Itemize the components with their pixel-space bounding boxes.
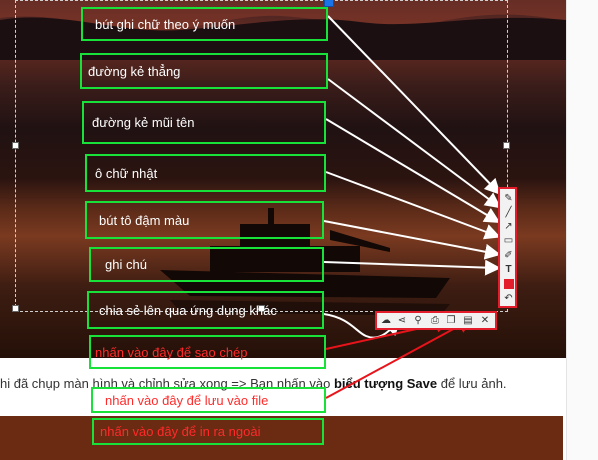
copy-button[interactable]: ❐: [444, 314, 458, 327]
line-icon: ╱: [505, 207, 512, 218]
annotation-print-label: nhấn vào đây để in ra ngoài: [100, 424, 261, 439]
search-icon: ⚲: [414, 315, 422, 326]
close-icon: ✕: [480, 315, 490, 326]
rectangle-icon: ▭: [503, 235, 514, 246]
color-picker-icon: [503, 278, 514, 289]
highlighter-tool-button[interactable]: ✐: [501, 249, 516, 262]
line-tool-button[interactable]: ╱: [501, 206, 516, 219]
upload-button[interactable]: ☁: [379, 314, 393, 327]
color-picker-button[interactable]: [501, 277, 516, 290]
annotation-arrow-label: đường kẻ mũi tên: [92, 115, 195, 130]
undo-button[interactable]: ↶: [501, 292, 516, 305]
action-toolbar: ☁ ⋖ ⚲ ⎙ ❐ ▤ ✕: [375, 311, 497, 330]
resize-handle-right[interactable]: [503, 142, 510, 149]
annotation-pen: bút ghi chữ theo ý muốn: [81, 7, 328, 41]
pencil-tool-button[interactable]: ✎: [501, 192, 516, 205]
article-bold-text: biểu tượng Save: [333, 376, 438, 391]
text-icon: T: [505, 264, 512, 275]
rectangle-tool-button[interactable]: ▭: [501, 234, 516, 247]
page-handle-top[interactable]: [324, 0, 334, 7]
article-text-after: để lưu ảnh.: [437, 376, 507, 391]
text-tool-button[interactable]: T: [501, 263, 516, 276]
annotation-save-label: nhấn vào đây để lưu vào file: [105, 392, 269, 408]
share-button[interactable]: ⋖: [395, 314, 409, 327]
highlighter-icon: ✐: [504, 250, 513, 261]
annotation-rect-label: ô chữ nhật: [95, 165, 158, 181]
annotation-arrow: đường kẻ mũi tên: [82, 101, 326, 144]
search-button[interactable]: ⚲: [411, 314, 425, 327]
annotation-save: nhấn vào đây để lưu vào file: [91, 387, 326, 413]
annotation-highlighter-label: bút tô đậm màu: [99, 212, 190, 228]
annotation-note-label: ghi chú: [105, 257, 147, 272]
print-icon: ⎙: [431, 315, 439, 326]
annotation-print: nhấn vào đây để in ra ngoài: [92, 418, 324, 445]
copy-icon: ❐: [446, 315, 456, 326]
resize-handle-left[interactable]: [12, 142, 19, 149]
undo-icon: ↶: [504, 293, 513, 304]
annotation-line: đường kẻ thẳng: [80, 53, 328, 89]
annotation-copy-label: nhấn vào đây để sao chép: [95, 344, 248, 360]
resize-handle-bottom-left[interactable]: [12, 305, 19, 312]
annotation-line-label: đường kẻ thẳng: [88, 63, 181, 79]
annotation-highlighter: bút tô đậm màu: [85, 201, 324, 239]
print-button[interactable]: ⎙: [428, 314, 442, 327]
annotation-share: chia sẻ lên qua ứng dụng khác: [87, 291, 324, 329]
annotation-note: ghi chú: [89, 247, 324, 282]
annotation-pen-label: bút ghi chữ theo ý muốn: [95, 16, 236, 32]
annotation-rect: ô chữ nhật: [85, 154, 326, 192]
save-icon: ▤: [463, 315, 473, 326]
arrow-icon: ↗: [504, 221, 513, 232]
close-button[interactable]: ✕: [478, 314, 492, 327]
pencil-icon: ✎: [504, 193, 513, 204]
drawing-toolbar: ✎ ╱ ↗ ▭ ✐ T ↶: [498, 187, 517, 308]
upload-cloud-icon: ☁: [381, 315, 391, 326]
save-button[interactable]: ▤: [461, 314, 475, 327]
annotation-copy: nhấn vào đây để sao chép: [89, 335, 326, 369]
arrow-tool-button[interactable]: ↗: [501, 220, 516, 233]
annotation-share-label: chia sẻ lên qua ứng dụng khác: [99, 302, 277, 318]
share-icon: ⋖: [397, 315, 407, 326]
page-scrollbar[interactable]: [566, 0, 598, 460]
